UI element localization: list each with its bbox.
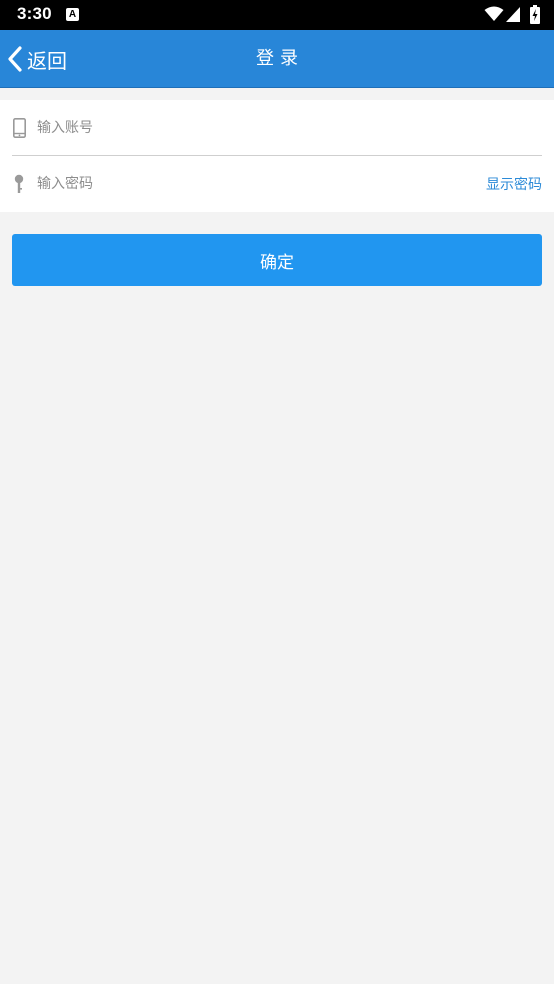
- battery-icon: [530, 5, 540, 24]
- back-button[interactable]: 返回: [6, 30, 86, 88]
- show-password-toggle[interactable]: 显示密码: [486, 174, 542, 194]
- chevron-left-icon: [8, 46, 22, 72]
- account-input[interactable]: [37, 107, 542, 148]
- password-row: 显示密码: [12, 156, 542, 212]
- login-form: 显示密码: [0, 100, 554, 212]
- phone-icon: [12, 117, 26, 138]
- password-input[interactable]: [37, 164, 486, 204]
- notification-icon: A: [66, 8, 79, 21]
- status-time: 3:30: [17, 4, 52, 23]
- account-row: [12, 100, 542, 156]
- app-bar: 返回 登录: [0, 30, 554, 88]
- wifi-icon: [484, 6, 504, 21]
- signal-icon: [506, 7, 520, 22]
- notification-icon-letter: A: [68, 9, 77, 20]
- status-bar: 3:30 A: [0, 0, 554, 30]
- confirm-button[interactable]: 确定: [12, 234, 542, 286]
- back-label: 返回: [27, 48, 67, 73]
- key-icon: [12, 174, 26, 194]
